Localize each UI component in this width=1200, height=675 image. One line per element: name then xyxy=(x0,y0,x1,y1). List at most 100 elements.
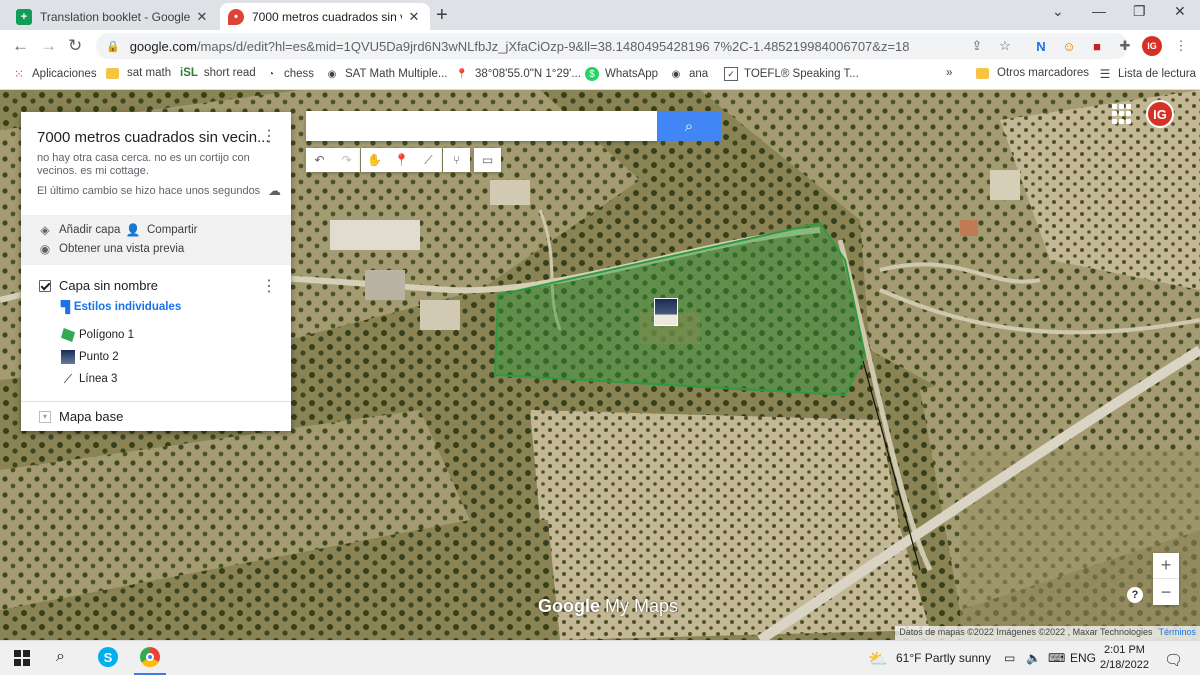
close-window-button[interactable]: ✕ xyxy=(1174,3,1186,20)
feature-label: Punto 2 xyxy=(79,351,119,363)
profile-avatar[interactable]: IG xyxy=(1142,36,1162,56)
reload-button[interactable]: ↻ xyxy=(68,36,82,56)
forward-button[interactable]: → xyxy=(40,36,57,56)
minimize-button[interactable]: — xyxy=(1092,3,1106,19)
search-button[interactable]: ⌕ xyxy=(657,111,721,141)
layer-name[interactable]: Capa sin nombre xyxy=(59,278,158,293)
undo-redo-group: ↶ ↷ xyxy=(306,148,360,172)
close-icon[interactable]: ✕ xyxy=(406,9,422,25)
cloud-saved-icon: ☁ xyxy=(268,183,281,198)
input-method-icon[interactable]: ⌨ xyxy=(1048,651,1065,665)
chess-icon: ◔ xyxy=(267,68,275,80)
redo-button[interactable]: ↷ xyxy=(333,148,360,172)
extension-square-icon[interactable]: ■ xyxy=(1088,37,1106,55)
bookmarks-bar: ⁙ Aplicaciones sat math iSL short read ◔… xyxy=(0,62,1200,90)
line-icon: ⟋ xyxy=(63,372,73,386)
chrome-icon[interactable] xyxy=(140,647,160,667)
back-button[interactable]: ← xyxy=(12,36,29,56)
map-description[interactable]: no hay otra casa cerca. no es un cortijo… xyxy=(37,152,262,178)
hand-tool-icon[interactable]: ✋ xyxy=(361,148,388,172)
feature-line-3[interactable]: ⟋ Línea 3 xyxy=(61,372,118,386)
layer-options-kebab-icon[interactable]: ⋮ xyxy=(261,276,277,296)
directions-icon[interactable]: ⑂ xyxy=(443,148,470,172)
share-icon[interactable]: ⇪ xyxy=(968,37,986,55)
base-map-label: Mapa base xyxy=(59,409,124,424)
undo-button[interactable]: ↶ xyxy=(306,148,333,172)
feature-point-2[interactable]: Punto 2 xyxy=(61,350,119,364)
google-sheets-icon: + xyxy=(16,8,32,25)
bookmark-sat-math[interactable]: sat math xyxy=(106,67,171,79)
bookmark-label: Otros marcadores xyxy=(997,67,1090,79)
google-my-maps-logo: Google My Maps xyxy=(538,596,678,617)
bookmark-sat-math-multiple[interactable]: ◉ SAT Math Multiple... xyxy=(325,67,448,81)
tab-translation-booklet[interactable]: + Translation booklet - Google She ✕ xyxy=(8,3,218,30)
close-icon[interactable]: ✕ xyxy=(194,9,210,25)
bookmark-coordinates[interactable]: 📍 38°08'55.0"N 1°29'... xyxy=(455,67,581,81)
ruler-icon[interactable]: ▭ xyxy=(474,148,501,172)
feature-polygon-1[interactable]: Polígono 1 xyxy=(61,328,134,342)
account-avatar[interactable]: IG xyxy=(1146,100,1174,128)
whatsapp-icon: $ xyxy=(585,67,599,81)
bookmarks-overflow-button[interactable]: » xyxy=(946,67,952,79)
reading-list[interactable]: ☰ Lista de lectura xyxy=(1098,67,1196,81)
new-tab-button[interactable]: + xyxy=(436,4,448,27)
bookmark-label: WhatsApp xyxy=(605,68,659,80)
restore-button[interactable]: ❐ xyxy=(1133,3,1146,20)
language-indicator[interactable]: ENG xyxy=(1070,651,1096,665)
share-button[interactable]: 👤 Compartir xyxy=(125,223,198,237)
tab-my-maps[interactable]: • 7000 metros cuadrados sin vecin ✕ xyxy=(220,3,430,30)
attribution-text: Datos de mapas ©2022 Imágenes ©2022 , Ma… xyxy=(899,627,1153,637)
base-map-toggle[interactable]: ▾ Mapa base xyxy=(39,409,123,424)
google-apps-icon[interactable] xyxy=(1112,104,1132,124)
windows-taskbar: ⌕ S ⛅ 61°F Partly sunny ▭ 🔈 ⌨ ENG 2:01 P… xyxy=(0,640,1200,675)
bookmark-toefl[interactable]: ✓ TOEFL® Speaking T... xyxy=(724,67,859,81)
logo-google-text: Google xyxy=(538,596,600,616)
add-layer-button[interactable]: ◈ Añadir capa xyxy=(37,223,120,237)
zoom-out-button[interactable]: − xyxy=(1153,579,1179,605)
bookmark-star-icon[interactable]: ☆ xyxy=(996,37,1014,55)
add-marker-icon[interactable]: 📍 xyxy=(388,148,415,172)
menu-kebab-icon[interactable]: ⋮ xyxy=(1172,37,1190,55)
help-button[interactable]: ? xyxy=(1127,587,1143,603)
network-icon[interactable]: ▭ xyxy=(1004,651,1015,665)
reading-list-icon: ☰ xyxy=(1099,67,1111,81)
layer-visibility-checkbox[interactable] xyxy=(39,279,51,292)
weather-icon[interactable]: ⛅ xyxy=(868,649,888,669)
other-bookmarks[interactable]: Otros marcadores xyxy=(976,67,1089,79)
extension-n-icon[interactable]: N xyxy=(1032,37,1050,55)
lock-icon[interactable]: 🔒 xyxy=(106,40,120,53)
point-2-marker[interactable] xyxy=(654,298,678,326)
map-search-input[interactable] xyxy=(306,111,658,141)
maps-pin-icon: 📍 xyxy=(455,68,469,80)
draw-line-icon[interactable]: ⟋ xyxy=(415,148,442,172)
clock-date: 2/18/2022 xyxy=(1100,659,1149,671)
bookmark-apps[interactable]: ⁙ Aplicaciones xyxy=(12,67,97,81)
weather-text[interactable]: 61°F Partly sunny xyxy=(896,651,991,665)
layer-row[interactable]: Capa sin nombre xyxy=(39,278,158,293)
terms-link[interactable]: Términos xyxy=(1158,627,1196,637)
bookmark-short-read[interactable]: iSL short read xyxy=(180,67,256,79)
extension-face-icon[interactable]: ☺ xyxy=(1060,37,1078,55)
skype-icon[interactable]: S xyxy=(98,647,118,667)
preview-button[interactable]: ◉ Obtener una vista previa xyxy=(37,242,185,256)
layer-style-label: Estilos individuales xyxy=(73,301,182,313)
volume-icon[interactable]: 🔈 xyxy=(1026,651,1041,665)
add-layer-label: Añadir capa xyxy=(59,224,121,236)
tab-search-chevron-icon[interactable]: ⌄ xyxy=(1052,3,1064,20)
bookmark-ana[interactable]: ◉ ana xyxy=(669,67,709,81)
notifications-icon[interactable]: 🗨 xyxy=(1164,651,1183,669)
bookmark-chess[interactable]: ◔ chess xyxy=(264,67,314,81)
share-label: Compartir xyxy=(147,224,198,236)
bookmark-whatsapp[interactable]: $ WhatsApp xyxy=(585,67,658,81)
last-change-status: El último cambio se hizo hace unos segun… xyxy=(37,185,261,197)
zoom-in-button[interactable]: + xyxy=(1153,553,1179,579)
system-clock[interactable]: 2:01 PM 2/18/2022 xyxy=(1100,643,1149,673)
extensions-puzzle-icon[interactable]: ✚ xyxy=(1116,37,1134,55)
map-title[interactable]: 7000 metros cuadrados sin vecin... xyxy=(37,129,270,146)
windows-start-icon[interactable] xyxy=(14,650,30,666)
map-options-kebab-icon[interactable]: ⋮ xyxy=(261,126,277,146)
draw-tools-group: ✋ 📍 ⟋ xyxy=(361,148,442,172)
layer-style-link[interactable]: ▜ Estilos individuales xyxy=(61,300,181,314)
bookmark-label: ana xyxy=(689,68,709,80)
search-icon[interactable]: ⌕ xyxy=(56,648,65,666)
